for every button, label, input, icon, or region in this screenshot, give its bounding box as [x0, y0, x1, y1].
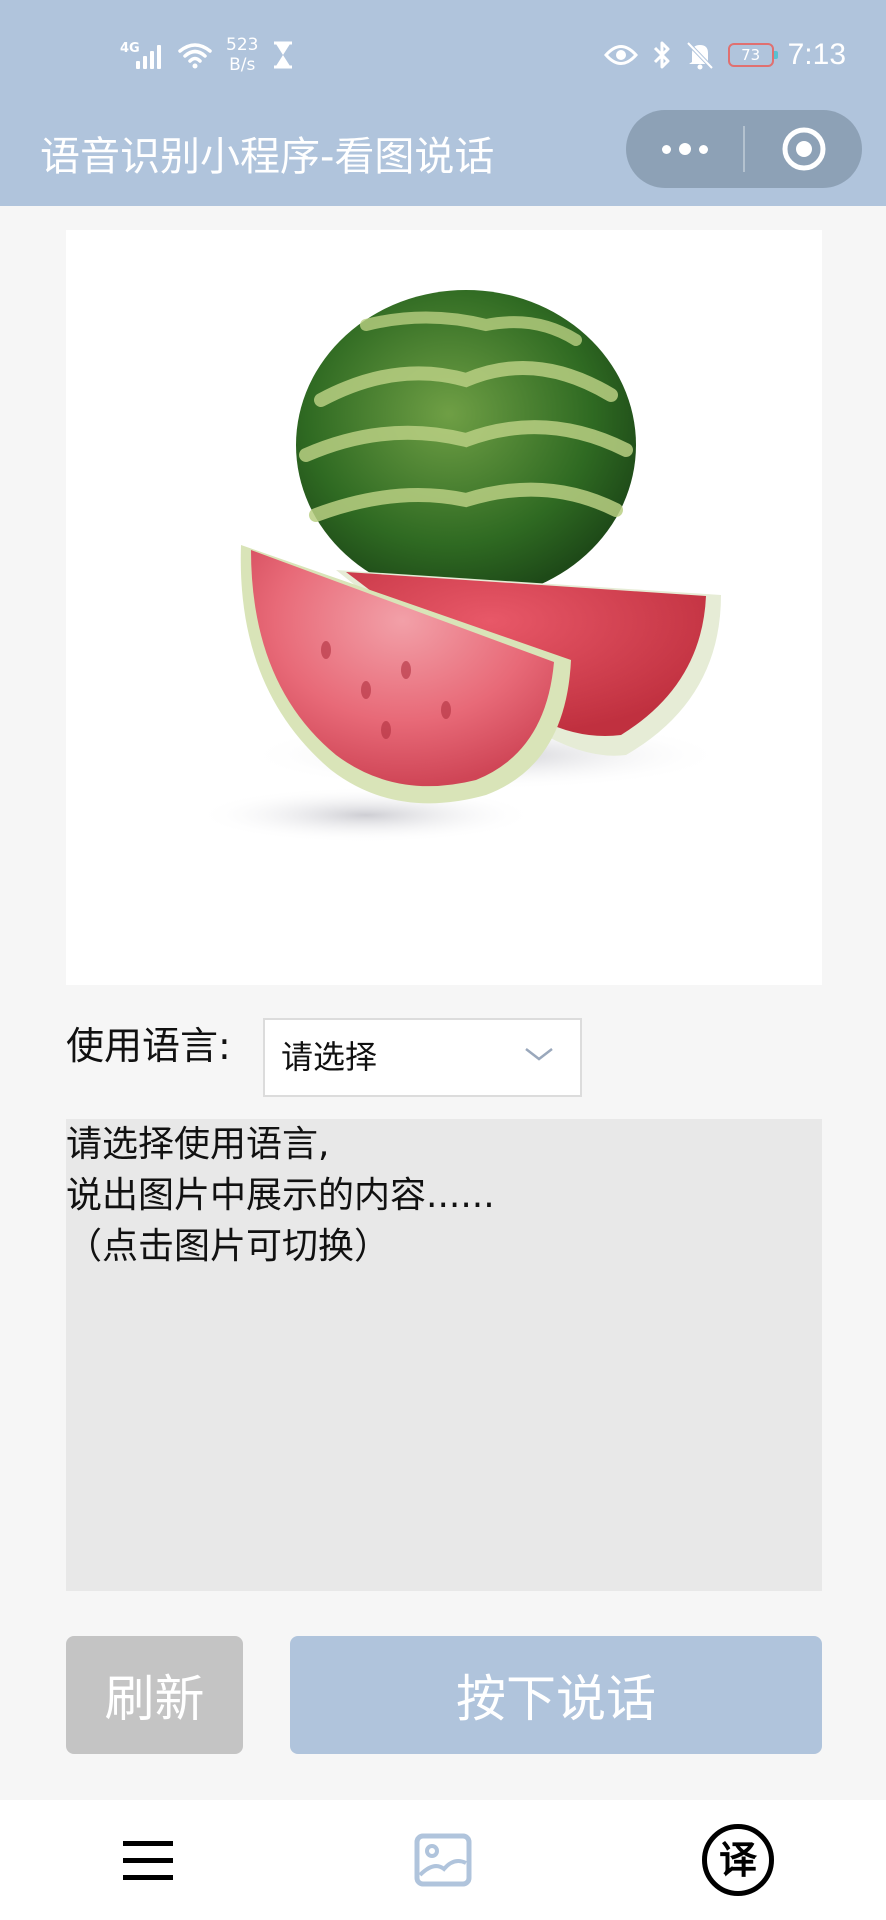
- net-speed-value: 523: [226, 35, 259, 55]
- signal-icon: 4G: [120, 35, 164, 75]
- net-speed-unit: B/s: [229, 55, 256, 75]
- bluetooth-icon: [653, 41, 670, 69]
- language-label: 使用语言:: [66, 1024, 231, 1068]
- menu-icon: [123, 1841, 173, 1880]
- image-icon: [414, 1833, 472, 1887]
- bottom-tab-bar: 译: [0, 1800, 886, 1920]
- battery-icon: 73: [727, 43, 778, 67]
- language-select[interactable]: 请选择: [263, 1018, 582, 1097]
- tab-image[interactable]: [373, 1800, 513, 1920]
- result-line: （点击图片可切换）: [66, 1226, 391, 1267]
- battery-level: 73: [741, 46, 761, 64]
- chevron-down-icon: [525, 1048, 553, 1061]
- nav-bar: 语音识别小程序-看图说话: [0, 108, 886, 206]
- tab-menu[interactable]: [78, 1800, 218, 1920]
- translate-glyph: 译: [718, 1838, 757, 1882]
- eye-icon: [603, 45, 638, 65]
- hold-to-speak-button[interactable]: 按下说话: [290, 1636, 822, 1754]
- net-speed: 523 B/s: [226, 35, 258, 75]
- result-text-area: 请选择使用语言, 说出图片中展示的内容...... （点击图片可切换）: [66, 1119, 822, 1591]
- page-title: 语音识别小程序-看图说话: [40, 134, 495, 180]
- result-line: 说出图片中展示的内容......: [66, 1175, 495, 1216]
- language-select-value: 请选择: [281, 1038, 378, 1076]
- mini-program-capsule: [626, 110, 862, 188]
- more-dots-icon: [661, 143, 708, 155]
- result-line: 请选择使用语言,: [66, 1124, 330, 1165]
- watermelon-image: [196, 290, 726, 843]
- picture-card[interactable]: [66, 230, 822, 985]
- status-bar: 4G 523 B/s 73 7:13: [0, 0, 886, 108]
- more-button[interactable]: [626, 110, 743, 188]
- status-left-group: 4G 523 B/s: [120, 30, 294, 80]
- tab-translate[interactable]: 译: [668, 1800, 808, 1920]
- close-button[interactable]: [745, 110, 862, 188]
- refresh-button[interactable]: 刷新: [66, 1636, 243, 1754]
- target-circle-icon: [782, 127, 825, 171]
- status-right-group: 73 7:13: [603, 30, 846, 80]
- hourglass-icon: [274, 41, 293, 69]
- mute-bell-icon: [686, 41, 714, 70]
- wifi-icon: [178, 43, 212, 69]
- status-time: 7:13: [787, 38, 846, 71]
- translate-icon: 译: [702, 1824, 774, 1896]
